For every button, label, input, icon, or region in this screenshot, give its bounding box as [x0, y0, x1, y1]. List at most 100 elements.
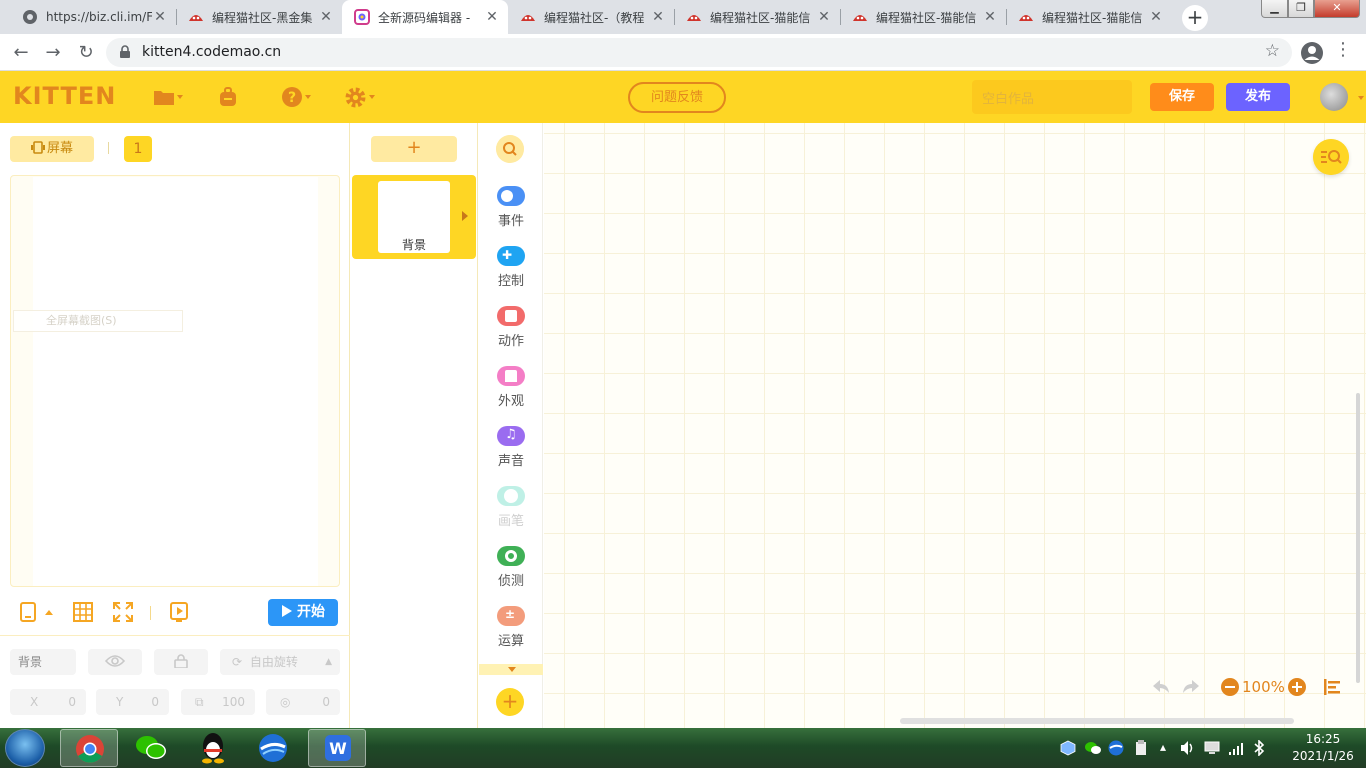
align-blocks-icon[interactable] — [1322, 676, 1342, 698]
vertical-scrollbar[interactable] — [1356, 393, 1360, 683]
browser-tab-strip: https://biz.cli.im/F ✕ 编程猫社区-黑金集 ✕ 全新源码编… — [0, 0, 1366, 34]
code-workspace[interactable]: 100% — [544, 123, 1366, 728]
lock-toggle[interactable] — [154, 649, 208, 675]
minimize-icon[interactable]: ▁ — [1261, 0, 1288, 18]
rotation-mode-select[interactable]: ⟳ 自由旋转 ▲ — [220, 649, 340, 675]
zoom-in-icon[interactable] — [1288, 678, 1306, 696]
more-categories-toggle[interactable] — [479, 664, 543, 675]
project-title-input[interactable]: 空白作品 — [972, 80, 1132, 114]
publish-button[interactable]: 发布 — [1226, 83, 1290, 111]
browser-tab[interactable]: 编程猫社区-黑金集 ✕ — [176, 0, 342, 34]
size-field[interactable]: ⧉ 100 — [181, 689, 255, 715]
zoom-out-icon[interactable] — [1221, 678, 1239, 696]
stage-canvas[interactable] — [33, 177, 318, 586]
screen-page-badge[interactable]: 1 — [124, 136, 152, 162]
reload-icon[interactable]: ↻ — [73, 40, 99, 66]
y-field[interactable]: Y 0 — [96, 689, 169, 715]
chevron-down-icon[interactable] — [1358, 96, 1364, 100]
device-icon[interactable] — [17, 601, 39, 623]
browser-tab[interactable]: 编程猫社区-猫能信 ✕ — [674, 0, 840, 34]
fullscreen-icon[interactable] — [112, 601, 134, 623]
taskbar-wechat[interactable] — [122, 729, 180, 767]
signal-icon[interactable] — [1228, 740, 1244, 756]
bluetooth-icon[interactable] — [1252, 740, 1266, 756]
divider — [108, 142, 109, 154]
network-box-icon[interactable] — [1060, 740, 1076, 756]
browser-tab-active[interactable]: 全新源码编辑器 - ✕ — [342, 0, 508, 34]
usb-device-icon[interactable] — [1134, 740, 1148, 756]
category-motion[interactable]: 动作 — [479, 306, 543, 356]
monitor-icon[interactable] — [1204, 740, 1220, 756]
chevron-up-icon[interactable] — [44, 607, 54, 617]
bookmark-star-icon[interactable]: ☆ — [1265, 41, 1280, 61]
close-tab-icon[interactable]: ✕ — [650, 9, 666, 25]
chevron-right-icon[interactable] — [462, 211, 468, 221]
close-window-icon[interactable]: ✕ — [1314, 0, 1360, 18]
category-operators[interactable]: ± 运算 — [479, 606, 543, 656]
taskbar-clock[interactable]: 16:25 2021/1/26 — [1290, 731, 1356, 765]
horizontal-scrollbar[interactable] — [900, 718, 1294, 724]
direction-field[interactable]: ◎ 0 — [266, 689, 340, 715]
undo-icon[interactable] — [1150, 676, 1172, 698]
x-field[interactable]: X 0 — [10, 689, 86, 715]
browser-menu-icon[interactable]: ⋮ — [1334, 39, 1352, 60]
wechat-tray-icon[interactable] — [1084, 740, 1102, 756]
save-button[interactable]: 保存 — [1150, 83, 1214, 111]
category-events[interactable]: 事件 — [479, 186, 543, 236]
close-tab-icon[interactable]: ✕ — [816, 9, 832, 25]
category-sensing[interactable]: 侦测 — [479, 546, 543, 596]
taskbar-qq[interactable] — [184, 729, 242, 767]
grid-icon[interactable] — [72, 601, 94, 623]
chevron-up-icon[interactable]: ▴ — [1160, 740, 1166, 756]
search-icon[interactable] — [496, 135, 524, 163]
category-sound[interactable]: ♫ 声音 — [479, 426, 543, 476]
category-control[interactable]: ✚ 控制 — [479, 246, 543, 296]
browser-tab[interactable]: 编程猫社区-猫能信 ✕ — [1006, 0, 1172, 34]
help-icon: ? — [282, 87, 302, 107]
back-icon[interactable]: ← — [8, 40, 34, 66]
browser-tray-icon[interactable] — [1108, 740, 1124, 756]
category-pen[interactable]: 画笔 — [479, 486, 543, 536]
visibility-toggle[interactable] — [88, 649, 142, 675]
taskbar-wps[interactable]: W — [308, 729, 366, 767]
taskbar-browser[interactable] — [244, 729, 302, 767]
close-tab-icon[interactable]: ✕ — [484, 9, 500, 25]
kitten-icon — [354, 9, 370, 25]
settings-menu[interactable] — [345, 85, 375, 109]
help-menu[interactable]: ? — [282, 85, 311, 109]
browser-tab[interactable]: 编程猫社区-（教程 ✕ — [508, 0, 674, 34]
avatar[interactable] — [1320, 83, 1348, 111]
file-menu[interactable] — [154, 85, 183, 109]
close-tab-icon[interactable]: ✕ — [318, 9, 334, 25]
screen-button[interactable]: 屏幕 — [10, 136, 94, 162]
fullscreen-screenshot-tip[interactable]: 全屏幕截图(S) — [13, 310, 183, 332]
category-looks[interactable]: 外观 — [479, 366, 543, 416]
add-extension-button[interactable]: + — [496, 688, 524, 716]
record-video-icon[interactable] — [168, 601, 190, 623]
start-button[interactable]: 开始 — [268, 599, 338, 626]
backpack-button[interactable] — [218, 85, 238, 109]
sprite-name-field[interactable]: 背景 — [10, 649, 76, 675]
windows-start-icon[interactable] — [5, 729, 45, 767]
divider — [150, 606, 151, 620]
feedback-button[interactable]: 问题反馈 — [628, 82, 726, 113]
profile-icon[interactable] — [1300, 41, 1324, 65]
browser-tab[interactable]: 编程猫社区-猫能信 ✕ — [840, 0, 1006, 34]
close-tab-icon[interactable]: ✕ — [152, 9, 168, 25]
address-bar[interactable]: kitten4.codemao.cn ☆ — [106, 38, 1292, 67]
sensing-icon — [497, 546, 525, 566]
redo-icon[interactable] — [1180, 676, 1202, 698]
browser-tab[interactable]: https://biz.cli.im/F ✕ — [10, 0, 176, 34]
block-search-icon[interactable] — [1313, 139, 1349, 175]
close-tab-icon[interactable]: ✕ — [982, 9, 998, 25]
forward-icon[interactable]: → — [40, 40, 66, 66]
sprite-card[interactable]: 背景 — [352, 175, 476, 259]
new-tab-button[interactable]: + — [1182, 5, 1208, 31]
restore-icon[interactable]: ❐ — [1288, 0, 1314, 18]
close-tab-icon[interactable]: ✕ — [1148, 9, 1164, 25]
volume-icon[interactable] — [1180, 740, 1196, 756]
x-value: 0 — [68, 695, 76, 709]
taskbar-chrome[interactable] — [60, 729, 118, 767]
add-sprite-button[interactable]: + — [371, 136, 457, 162]
resize-icon: ⧉ — [195, 695, 204, 709]
